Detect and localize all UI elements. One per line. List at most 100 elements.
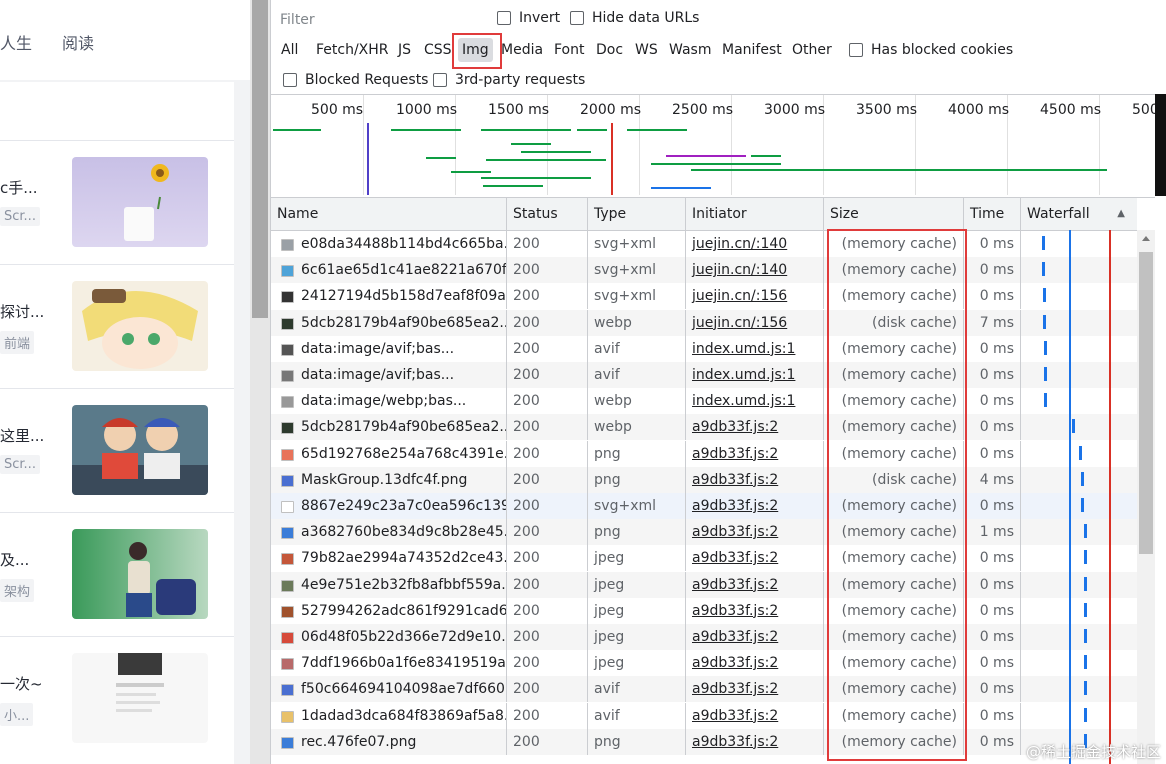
cell-initiator[interactable]: a9db33f.js:2 bbox=[686, 650, 824, 677]
table-row[interactable]: MaskGroup.13dfc4f.png 200 png a9db33f.js:2(… bbox=[271, 466, 1137, 493]
table-row[interactable]: a3682760be834d9c8b28e45... 200 png a9db33f.… bbox=[271, 519, 1137, 546]
has-blocked-cookies-checkbox[interactable]: Has blocked cookies bbox=[849, 42, 1013, 58]
table-row[interactable]: 8867e249c23a7c0ea596c139... 200 svg+xml a9d… bbox=[271, 493, 1137, 519]
checkbox-icon[interactable] bbox=[497, 11, 511, 25]
type-font[interactable]: Font bbox=[554, 38, 584, 62]
cell-name[interactable]: data:image/avif;bas... bbox=[271, 335, 507, 362]
type-ws[interactable]: WS bbox=[635, 38, 658, 62]
article-thumbnail[interactable] bbox=[72, 653, 208, 743]
cell-name[interactable]: 1dadad3dca684f83869af5a8... bbox=[271, 702, 507, 729]
cell-initiator[interactable]: a9db33f.js:2 bbox=[686, 571, 824, 598]
page-scrollbar[interactable] bbox=[250, 0, 270, 764]
cell-name[interactable]: 24127194d5b158d7eaf8f09a... bbox=[271, 283, 507, 310]
article-title[interactable]: 及... bbox=[0, 549, 29, 570]
table-row[interactable]: 1dadad3dca684f83869af5a8... 200 avif a9db33… bbox=[271, 702, 1137, 729]
article-tag[interactable]: 架构 bbox=[0, 579, 35, 602]
article-thumbnail[interactable] bbox=[72, 281, 208, 371]
table-row[interactable]: 5dcb28179b4af90be685ea2... 200 webp juejin.… bbox=[271, 309, 1137, 336]
nav-item-life[interactable]: 人生 bbox=[0, 30, 32, 54]
article-item[interactable]: c手... Scr... bbox=[0, 140, 234, 265]
cell-name[interactable]: 65d192768e254a768c4391e... bbox=[271, 440, 507, 467]
table-row[interactable]: 65d192768e254a768c4391e... 200 png a9db33f.… bbox=[271, 440, 1137, 467]
cell-initiator[interactable]: a9db33f.js:2 bbox=[686, 676, 824, 703]
table-row[interactable]: e08da34488b114bd4c665ba... 200 svg+xml juej… bbox=[271, 231, 1137, 257]
table-row[interactable]: 527994262adc861f9291cad6... 200 jpeg a9db33… bbox=[271, 597, 1137, 624]
column-time[interactable]: Time bbox=[964, 198, 1021, 230]
article-title[interactable]: 探讨... bbox=[0, 301, 44, 322]
scroll-up-arrow-icon[interactable] bbox=[1142, 236, 1150, 241]
filter-input[interactable]: Filter bbox=[275, 8, 485, 32]
article-tag[interactable]: Scr... bbox=[0, 455, 40, 474]
table-row[interactable]: 24127194d5b158d7eaf8f09a... 200 svg+xml jue… bbox=[271, 283, 1137, 310]
cell-name[interactable]: e08da34488b114bd4c665ba... bbox=[271, 231, 507, 257]
table-row[interactable]: rec.476fe07.png 200 png a9db33f.js:2 (memory… bbox=[271, 728, 1137, 755]
cell-name[interactable]: a3682760be834d9c8b28e45... bbox=[271, 519, 507, 546]
checkbox-icon[interactable] bbox=[849, 43, 863, 57]
column-initiator[interactable]: Initiator bbox=[686, 198, 824, 230]
cell-initiator[interactable]: juejin.cn/:156 bbox=[686, 309, 824, 336]
cell-initiator[interactable]: a9db33f.js:2 bbox=[686, 597, 824, 624]
cell-name[interactable]: 5dcb28179b4af90be685ea2... bbox=[271, 414, 507, 441]
cell-initiator[interactable]: a9db33f.js:2 bbox=[686, 466, 824, 493]
checkbox-icon[interactable] bbox=[283, 73, 297, 87]
cell-name[interactable]: data:image/webp;bas... bbox=[271, 388, 507, 415]
article-thumbnail[interactable] bbox=[72, 405, 208, 495]
cell-name[interactable]: 4e9e751e2b32fb8afbbf559a... bbox=[271, 571, 507, 598]
cell-initiator[interactable]: a9db33f.js:2 bbox=[686, 545, 824, 572]
article-item[interactable]: 这里... Scr... bbox=[0, 388, 234, 513]
article-tag[interactable]: 前端 bbox=[0, 331, 35, 354]
article-title[interactable]: 这里... bbox=[0, 425, 44, 446]
type-media[interactable]: Media bbox=[501, 38, 543, 62]
table-row[interactable]: 06d48f05b22d366e72d9e10... 200 jpeg a9db33f… bbox=[271, 624, 1137, 650]
cell-name[interactable]: 06d48f05b22d366e72d9e10... bbox=[271, 624, 507, 650]
table-row[interactable]: data:image/avif;bas... 200 avif index.umd.j… bbox=[271, 362, 1137, 388]
cell-initiator[interactable]: juejin.cn/:140 bbox=[686, 257, 824, 284]
type-manifest[interactable]: Manifest bbox=[722, 38, 782, 62]
table-row[interactable]: data:image/avif;bas... 200 avif index.umd.j… bbox=[271, 335, 1137, 362]
type-doc[interactable]: Doc bbox=[596, 38, 623, 62]
cell-name[interactable]: 6c61ae65d1c41ae8221a670f... bbox=[271, 257, 507, 284]
invert-checkbox[interactable]: Invert bbox=[497, 10, 560, 26]
column-waterfall[interactable]: Waterfall ▲ bbox=[1021, 198, 1137, 230]
cell-initiator[interactable]: index.umd.js:1 bbox=[686, 388, 824, 415]
article-tag[interactable]: Scr... bbox=[0, 207, 40, 226]
table-row[interactable]: 4e9e751e2b32fb8afbbf559a... 200 jpeg a9db33… bbox=[271, 571, 1137, 598]
sort-ascending-icon[interactable]: ▲ bbox=[1117, 198, 1125, 230]
cell-name[interactable]: 8867e249c23a7c0ea596c139... bbox=[271, 493, 507, 519]
hide-data-urls-checkbox[interactable]: Hide data URLs bbox=[570, 10, 699, 26]
cell-initiator[interactable]: a9db33f.js:2 bbox=[686, 414, 824, 441]
type-css[interactable]: CSS bbox=[424, 38, 452, 62]
cell-name[interactable]: 7ddf1966b0a1f6e83419519a... bbox=[271, 650, 507, 677]
article-item[interactable]: 探讨... 前端 bbox=[0, 264, 234, 389]
table-scrollbar[interactable] bbox=[1137, 230, 1155, 764]
table-row[interactable]: 6c61ae65d1c41ae8221a670f... 200 svg+xml jue… bbox=[271, 257, 1137, 284]
cell-initiator[interactable]: a9db33f.js:2 bbox=[686, 728, 824, 755]
article-thumbnail[interactable] bbox=[72, 157, 208, 247]
nav-item-reading[interactable]: 阅读 bbox=[62, 30, 94, 54]
article-title[interactable]: 一次~ bbox=[0, 673, 43, 694]
cell-initiator[interactable]: juejin.cn/:140 bbox=[686, 231, 824, 257]
cell-name[interactable]: rec.476fe07.png bbox=[271, 728, 507, 755]
cell-initiator[interactable]: a9db33f.js:2 bbox=[686, 493, 824, 519]
cell-initiator[interactable]: a9db33f.js:2 bbox=[686, 702, 824, 729]
cell-initiator[interactable]: a9db33f.js:2 bbox=[686, 519, 824, 546]
cell-name[interactable]: data:image/avif;bas... bbox=[271, 362, 507, 388]
table-row[interactable]: data:image/webp;bas... 200 webp index.umd.j… bbox=[271, 388, 1137, 415]
checkbox-icon[interactable] bbox=[570, 11, 584, 25]
timeline-overview[interactable]: 500 ms 1000 ms 1500 ms 2000 ms 2500 ms 3… bbox=[271, 94, 1155, 198]
cell-name[interactable]: 5dcb28179b4af90be685ea2... bbox=[271, 309, 507, 336]
cell-initiator[interactable]: a9db33f.js:2 bbox=[686, 440, 824, 467]
cell-name[interactable]: MaskGroup.13dfc4f.png bbox=[271, 466, 507, 493]
cell-initiator[interactable]: index.umd.js:1 bbox=[686, 362, 824, 388]
third-party-checkbox[interactable]: 3rd-party requests bbox=[433, 72, 585, 88]
type-other[interactable]: Other bbox=[792, 38, 832, 62]
column-status[interactable]: Status bbox=[507, 198, 588, 230]
page-scrollbar-thumb[interactable] bbox=[252, 0, 268, 318]
column-size[interactable]: Size bbox=[824, 198, 964, 230]
cell-initiator[interactable]: juejin.cn/:156 bbox=[686, 283, 824, 310]
cell-name[interactable]: f50c664694104098ae7df660... bbox=[271, 676, 507, 703]
type-js[interactable]: JS bbox=[398, 38, 411, 62]
checkbox-icon[interactable] bbox=[433, 73, 447, 87]
cell-initiator[interactable]: a9db33f.js:2 bbox=[686, 624, 824, 650]
article-item[interactable]: 一次~ 小... bbox=[0, 636, 234, 761]
